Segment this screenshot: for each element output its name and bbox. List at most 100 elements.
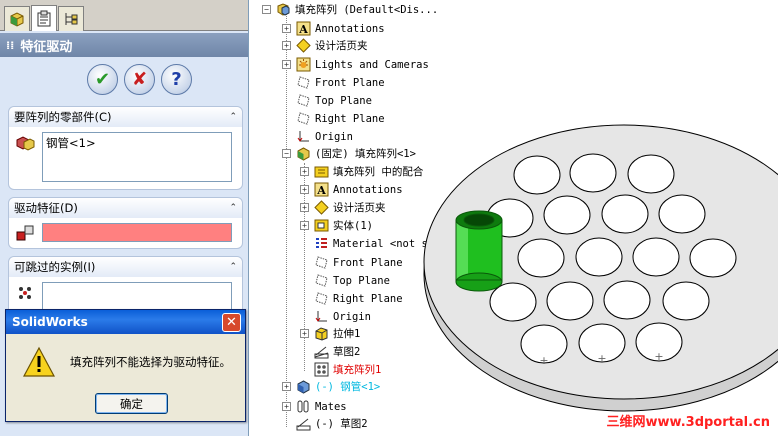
close-button[interactable]: ✕ [222, 312, 241, 332]
skipped-instances-group: 可跳过的实例(I) ⌃ [8, 256, 243, 316]
collapse-icon[interactable]: ⌃ [229, 203, 237, 213]
expand-toggle[interactable]: + [282, 60, 291, 69]
tree-item-origin[interactable]: Origin [296, 128, 353, 145]
tree-label: (-) 钢管<1> [315, 381, 381, 393]
tree-item-part-design-binder[interactable]: + 设计活页夹 [300, 199, 386, 216]
tree-item-extrude1[interactable]: + 拉伸1 [300, 325, 360, 342]
driving-feature-icon [16, 225, 34, 241]
part-icon [297, 380, 310, 394]
plane-icon [297, 76, 310, 89]
tree-item-top-plane[interactable]: Top Plane [296, 92, 372, 109]
tree-label: 设计活页夹 [315, 40, 368, 52]
expand-toggle[interactable]: + [282, 41, 291, 50]
tree-label: (-) 草图2 [315, 418, 368, 430]
ok-button[interactable]: ✔ [87, 64, 118, 95]
configuration-manager-tab[interactable] [58, 6, 84, 31]
expand-toggle[interactable]: + [300, 185, 309, 194]
close-icon: ✕ [226, 314, 237, 330]
checkmark-icon: ✔ [94, 69, 111, 90]
tree-label: 实体(1) [333, 220, 373, 232]
extrude-icon [315, 327, 328, 341]
tree-label: Right Plane [315, 112, 385, 125]
tree-item-solid-bodies[interactable]: + 实体(1) [300, 217, 373, 234]
tree-item-lights[interactable]: + Lights and Cameras [282, 56, 429, 73]
property-manager-tab[interactable] [31, 5, 57, 31]
tree-item-part-annotations[interactable]: + A Annotations [300, 181, 403, 198]
component-item[interactable]: 钢管<1> [46, 136, 96, 150]
expand-toggle[interactable]: + [300, 329, 309, 338]
part-icon [10, 12, 24, 27]
expand-toggle[interactable]: + [282, 382, 291, 391]
tree-item-right-plane[interactable]: Right Plane [296, 110, 385, 127]
annotations-icon: A [314, 182, 329, 197]
design-binder-icon [296, 38, 311, 53]
tree-root[interactable]: − 填充阵列 (Default<Dis... [262, 1, 438, 18]
tree-item-fixed-part[interactable]: − (固定) 填充阵列<1> [282, 145, 416, 162]
pattern-icon: ⁞⁞ [6, 38, 15, 52]
tree-label: Right Plane [333, 292, 403, 305]
property-manager-title-text: 特征驱动 [20, 39, 73, 55]
tree-item-pipe-part[interactable]: + (-) 钢管<1> [282, 378, 380, 395]
dialog-title: SolidWorks [12, 315, 88, 329]
svg-text:A: A [298, 23, 308, 36]
mates-icon [297, 400, 309, 413]
graphics-viewport[interactable]: + + + 三维网www.3dportal.cn [410, 100, 778, 436]
tree-item-mates-in-part[interactable]: + 填充阵列 中的配合 [300, 163, 423, 180]
tree-item-part-origin[interactable]: Origin [314, 308, 371, 325]
driving-feature-field[interactable] [42, 223, 232, 242]
fill-pattern-icon [314, 362, 329, 377]
group-title: 驱动特征(D) [14, 201, 78, 215]
origin-icon [297, 131, 309, 142]
tree-label: Mates [315, 400, 347, 413]
group-title: 要阵列的零部件(C) [14, 110, 112, 124]
warning-icon [22, 346, 56, 377]
tree-item-design-binder[interactable]: + 设计活页夹 [282, 37, 368, 54]
part-icon [297, 147, 310, 161]
expand-toggle[interactable]: + [300, 203, 309, 212]
tree-item-part-front-plane[interactable]: Front Plane [314, 254, 403, 271]
design-binder-icon [314, 200, 329, 215]
expand-toggle[interactable]: + [282, 402, 291, 411]
group-header[interactable]: 驱动特征(D) ⌃ [9, 198, 242, 218]
tree-label: 填充阵列1 [333, 364, 382, 376]
tree-item-assembly-sketch2[interactable]: (-) 草图2 [296, 415, 368, 432]
feature-manager-tab[interactable] [4, 6, 30, 31]
component-icon [16, 136, 35, 151]
tree-label: 草图2 [333, 346, 361, 358]
error-dialog: SolidWorks ✕ 填充阵列不能选择为驱动特征。 确定 [5, 309, 246, 422]
material-icon [316, 238, 327, 248]
dialog-titlebar[interactable]: SolidWorks ✕ [6, 310, 245, 334]
collapse-toggle[interactable]: − [282, 149, 291, 158]
sketch-icon [314, 346, 329, 359]
pipe-component[interactable] [455, 210, 503, 292]
expand-toggle[interactable]: + [300, 221, 309, 230]
expand-toggle[interactable]: + [282, 24, 291, 33]
help-button[interactable]: ? [161, 64, 192, 95]
watermark-text: 三维网www.3dportal.cn [606, 415, 770, 430]
dialog-ok-button[interactable]: 确定 [95, 393, 168, 414]
components-to-pattern-group: 要阵列的零部件(C) ⌃ 钢管<1> [8, 106, 243, 190]
collapse-icon[interactable]: ⌃ [229, 112, 237, 122]
cancel-button[interactable]: ✘ [124, 64, 155, 95]
collapse-icon[interactable]: ⌃ [229, 262, 237, 272]
tree-label: Origin [315, 130, 353, 143]
plane-icon [315, 292, 328, 305]
tree-item-part-right-plane[interactable]: Right Plane [314, 290, 403, 307]
tree-item-front-plane[interactable]: Front Plane [296, 74, 385, 91]
components-list[interactable]: 钢管<1> [42, 132, 232, 182]
confirm-toolbar: ✔ ✘ ? [0, 64, 248, 95]
plane-icon [297, 94, 310, 107]
group-header[interactable]: 要阵列的零部件(C) ⌃ [9, 107, 242, 127]
svg-text:+: + [654, 350, 663, 363]
tree-item-fill-pattern1[interactable]: 填充阵列1 [314, 361, 381, 378]
tree-label: 设计活页夹 [333, 202, 386, 214]
tree-item-sketch2[interactable]: 草图2 [314, 343, 360, 360]
tree-item-part-top-plane[interactable]: Top Plane [314, 272, 390, 289]
mates-folder-icon [314, 166, 329, 178]
expand-toggle[interactable]: + [300, 167, 309, 176]
group-header[interactable]: 可跳过的实例(I) ⌃ [9, 257, 242, 277]
collapse-toggle[interactable]: − [262, 5, 271, 14]
tree-item-annotations[interactable]: + A Annotations [282, 20, 385, 37]
tree-item-mates[interactable]: + Mates [282, 398, 347, 415]
assembly-icon [277, 3, 290, 16]
